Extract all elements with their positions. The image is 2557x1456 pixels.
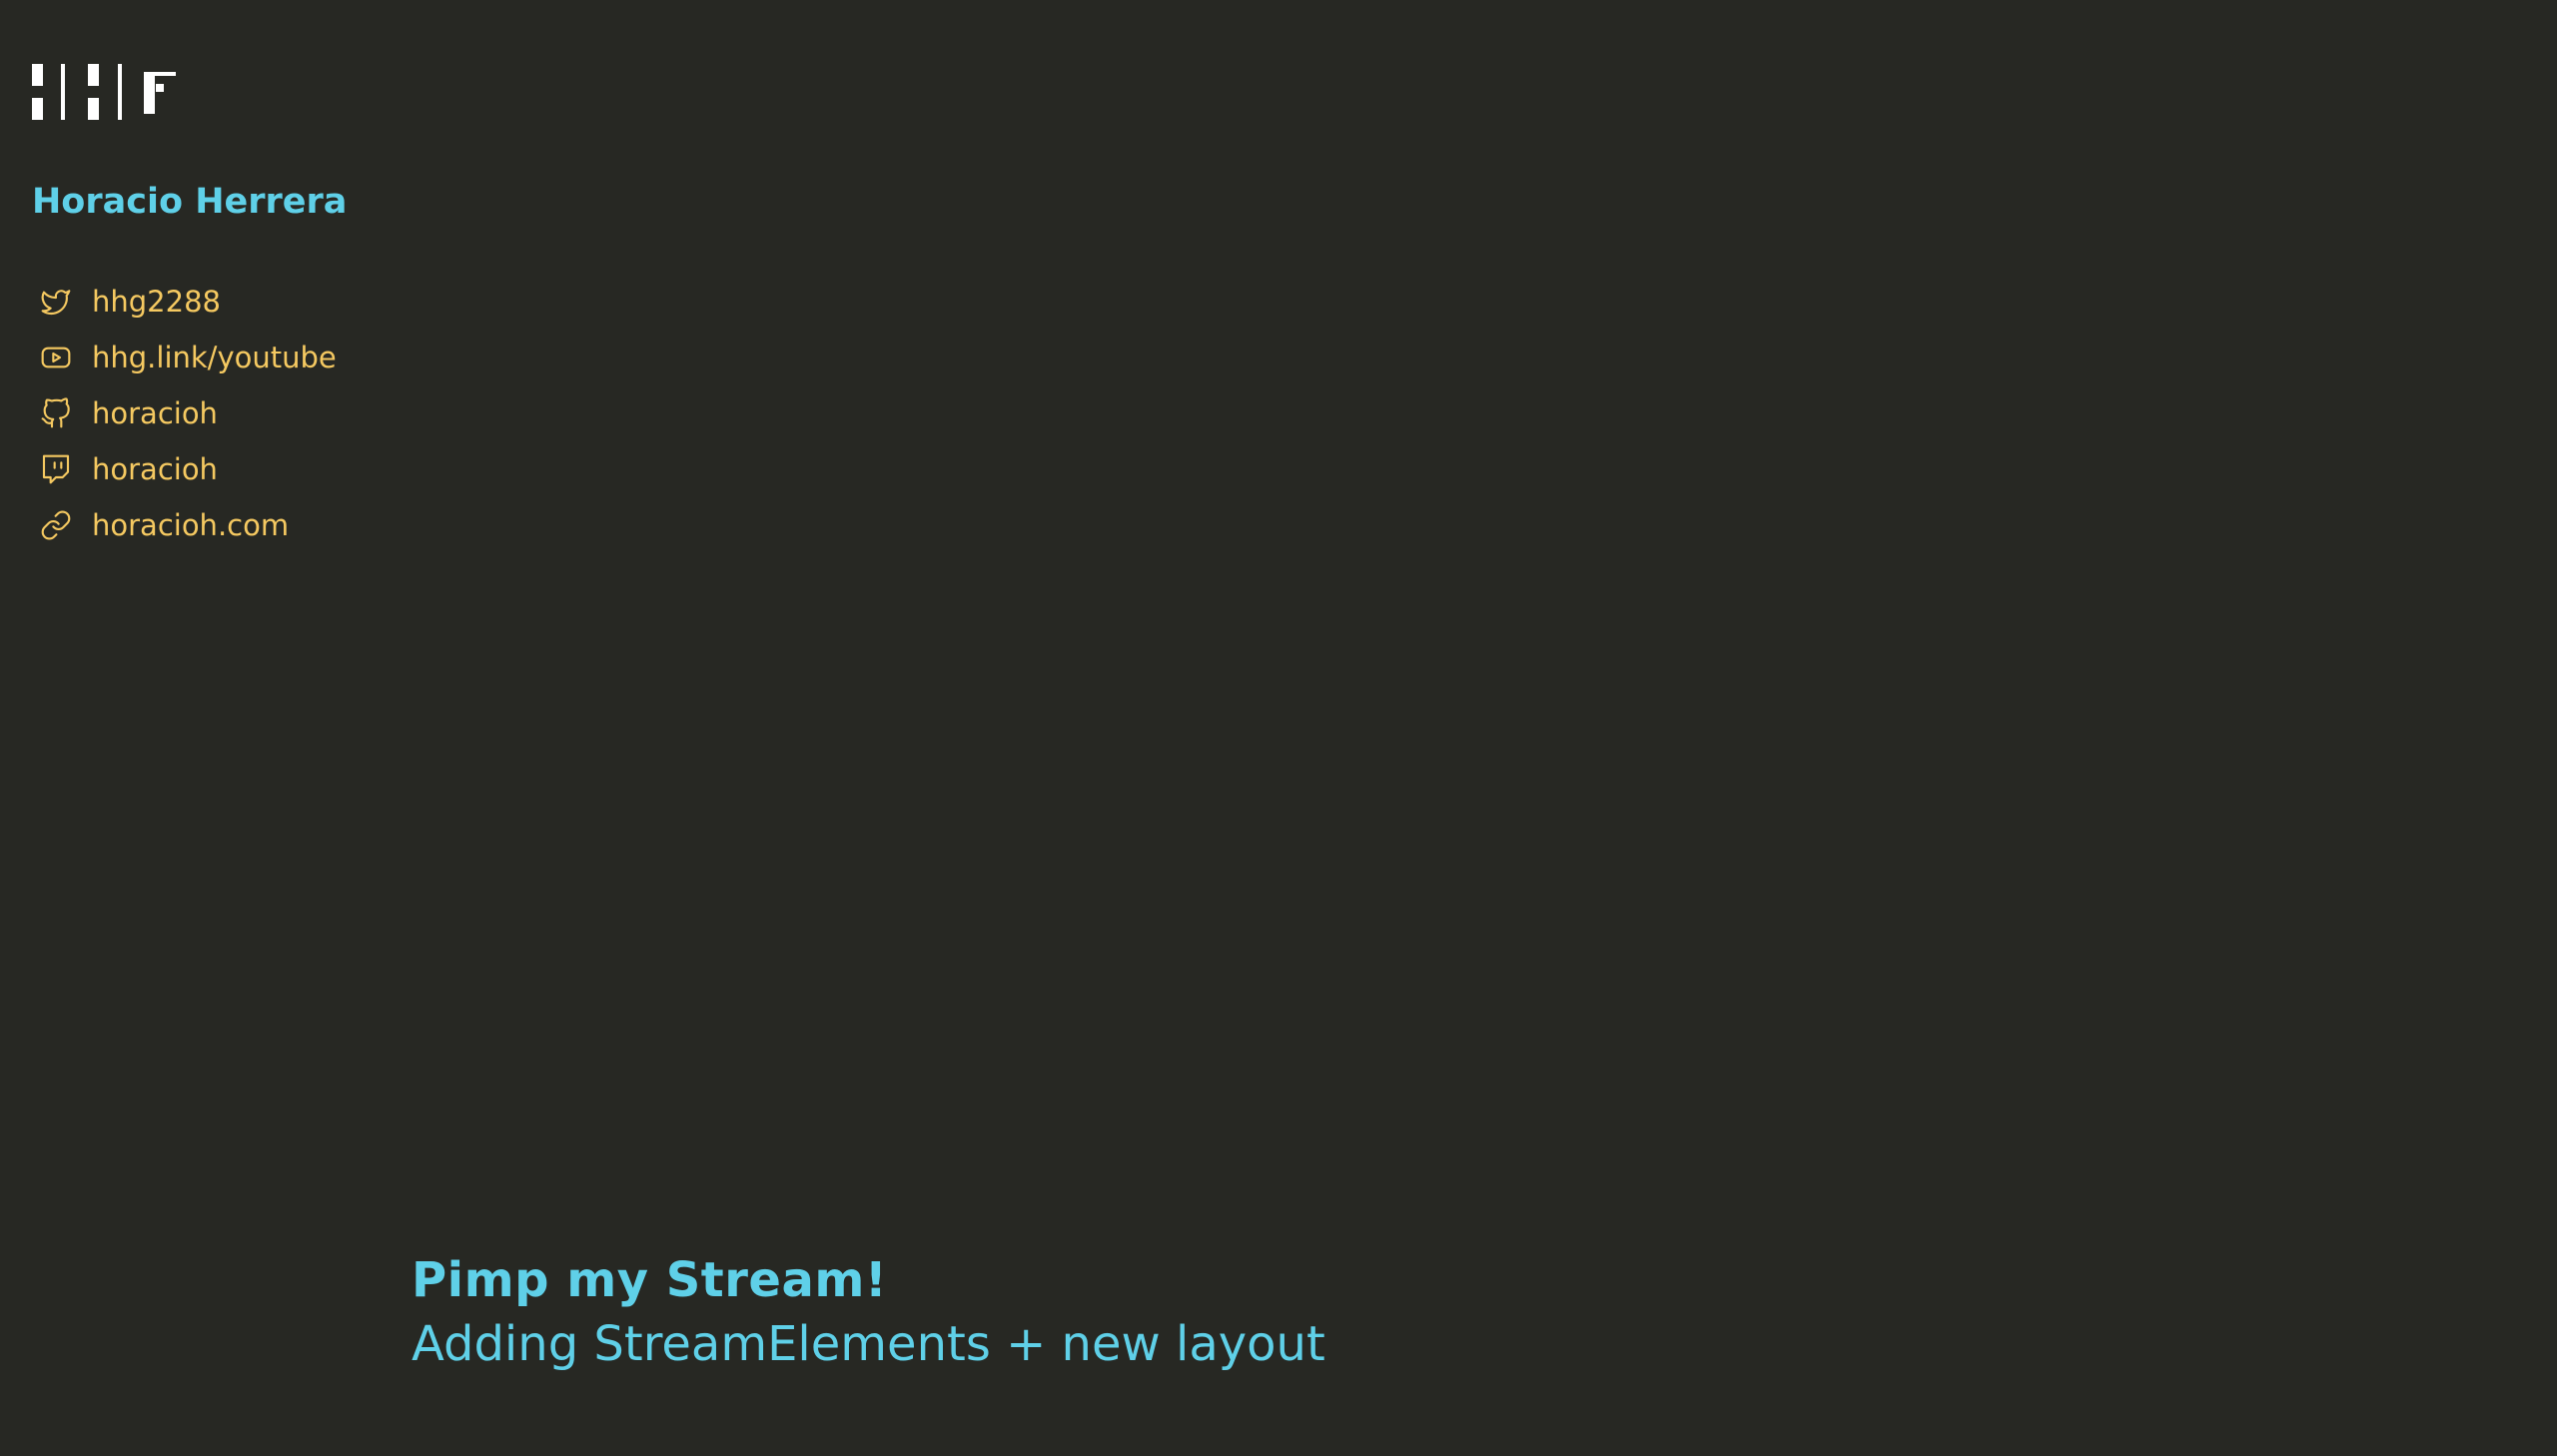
- author-name: Horacio Herrera: [32, 182, 348, 222]
- stream-subtitle: Adding StreamElements + new layout: [412, 1316, 1325, 1372]
- social-link-label: horacioh.com: [92, 508, 290, 542]
- twitch-icon: [36, 449, 76, 489]
- social-link-label: hhg.link/youtube: [92, 341, 337, 374]
- social-link-github[interactable]: horacioh: [32, 385, 337, 441]
- social-links: hhg2288 hhg.link/youtube horacioh horaci…: [32, 274, 337, 553]
- hhg-logo-icon: [32, 64, 178, 120]
- social-link-youtube[interactable]: hhg.link/youtube: [32, 330, 337, 385]
- social-link-twitch[interactable]: horacioh: [32, 441, 337, 497]
- youtube-icon: [36, 338, 76, 377]
- social-link-website[interactable]: horacioh.com: [32, 497, 337, 553]
- social-link-twitter[interactable]: hhg2288: [32, 274, 337, 330]
- stream-title: Pimp my Stream!: [412, 1252, 888, 1308]
- twitter-icon: [36, 282, 76, 322]
- social-link-label: horacioh: [92, 396, 218, 430]
- link-icon: [36, 505, 76, 545]
- stream-title-block: Pimp my Stream! Adding StreamElements + …: [412, 1248, 1325, 1376]
- social-link-label: hhg2288: [92, 285, 221, 319]
- social-link-label: horacioh: [92, 452, 218, 486]
- github-icon: [36, 393, 76, 433]
